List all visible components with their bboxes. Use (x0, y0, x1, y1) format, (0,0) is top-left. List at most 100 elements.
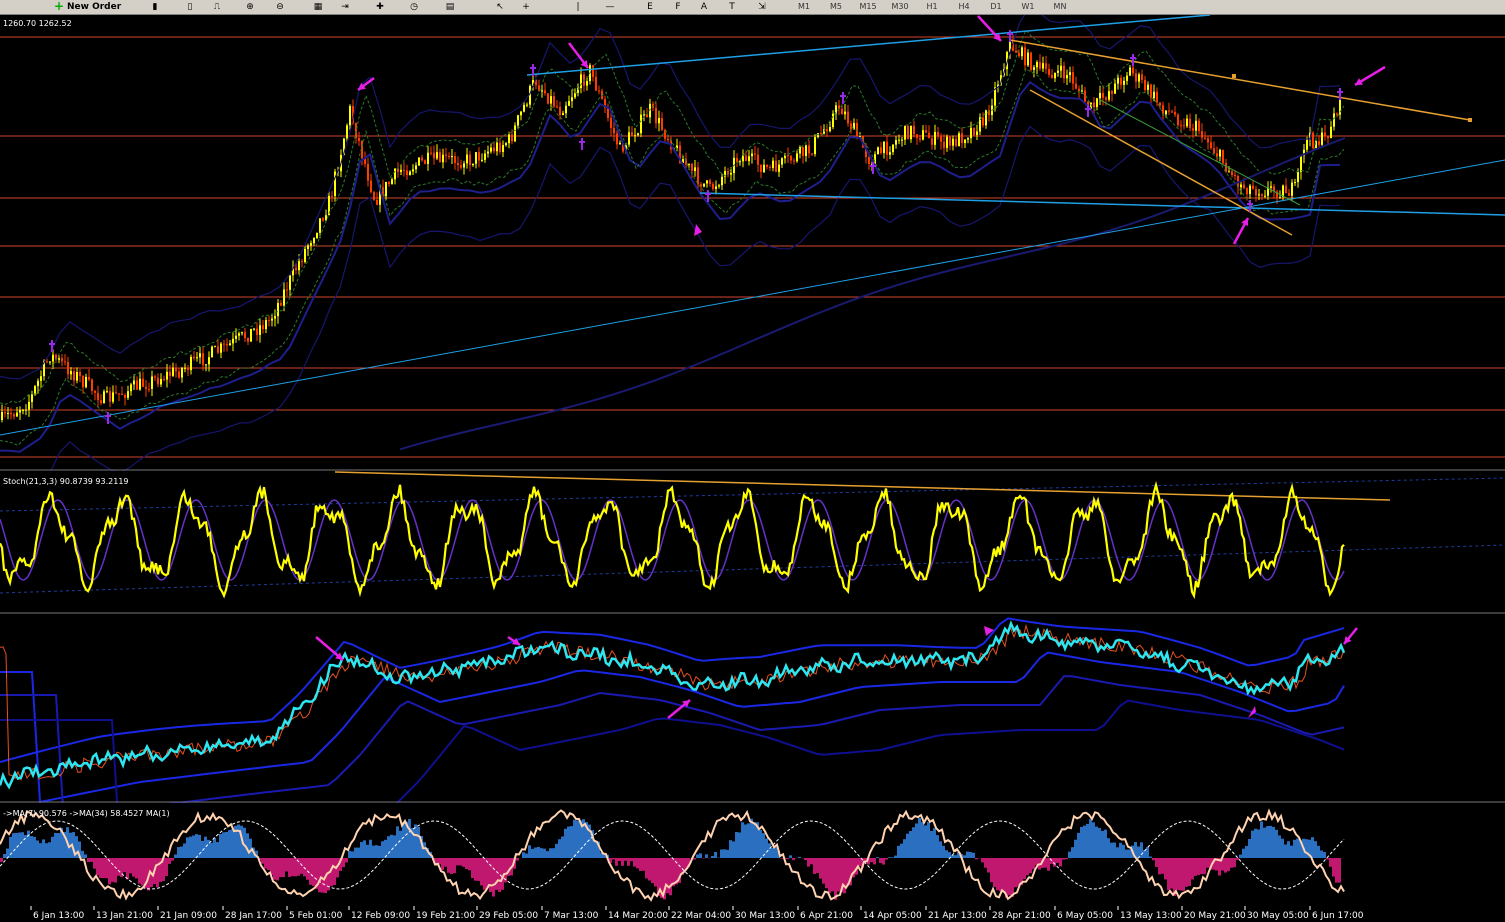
bear-candle (1177, 114, 1179, 126)
trendline-handle[interactable] (1468, 118, 1472, 122)
histogram-bar-negative (474, 858, 477, 881)
stochastic-panel[interactable] (0, 469, 1505, 611)
new-order-button[interactable]: + New Order (52, 0, 128, 12)
bear-candle (982, 117, 984, 126)
histogram-bar-negative (447, 858, 450, 873)
histogram-bar-positive (1080, 826, 1083, 858)
bear-candle (469, 154, 471, 166)
bear-candle (457, 162, 459, 166)
histogram-bar-positive (570, 826, 573, 858)
periods-icon[interactable]: ◷ (404, 0, 424, 14)
bull-candle (229, 343, 231, 346)
bear-candle (1318, 141, 1320, 145)
histogram-bar-positive (972, 852, 975, 858)
histogram-bar-positive (567, 826, 570, 858)
bear-candle (556, 106, 558, 108)
tile-windows-icon[interactable]: ▦ (308, 0, 328, 14)
chart-area[interactable]: 1260.70 1262.52 Stoch(21,3,3) 90.8739 93… (0, 15, 1505, 922)
bear-candle (163, 379, 165, 381)
bull-candle (487, 151, 489, 154)
histogram-bar-negative (333, 858, 336, 886)
text-icon[interactable]: A (694, 0, 714, 14)
bear-candle (61, 358, 63, 362)
label-icon[interactable]: T (722, 0, 742, 14)
histogram-bar-positive (408, 819, 411, 858)
chart-line-button[interactable]: ⎍ (207, 0, 227, 14)
bear-candle (430, 152, 432, 154)
bear-candle (919, 138, 921, 140)
bull-candle (976, 131, 978, 136)
bear-candle (787, 155, 789, 157)
bear-candle (121, 393, 123, 395)
bear-candle (943, 141, 945, 148)
histogram-bar-positive (1110, 842, 1113, 858)
histogram-bar-negative (477, 858, 480, 881)
bear-candle (1132, 67, 1134, 74)
bear-candle (439, 152, 441, 163)
histogram-bar-positive (39, 843, 42, 858)
bull-candle (325, 215, 327, 221)
bull-candle (970, 127, 972, 139)
histogram-panel[interactable] (0, 801, 1505, 906)
bull-candle (658, 118, 660, 124)
timeframe-m15-button[interactable]: M15 (854, 0, 882, 14)
histogram-bar-negative (123, 858, 126, 873)
indicators-icon[interactable]: ✚ (370, 0, 390, 14)
bear-candle (331, 195, 333, 197)
fibonacci-icon[interactable]: F (668, 0, 688, 14)
bull-candle (436, 152, 438, 159)
bull-candle (484, 153, 486, 160)
vertical-line-icon[interactable]: | (568, 0, 588, 14)
templates-icon[interactable]: ▤ (440, 0, 460, 14)
bull-candle (730, 173, 732, 175)
timeframe-h4-button[interactable]: H4 (950, 0, 978, 14)
arrows-icon[interactable]: ⇲ (752, 0, 772, 14)
timeframe-m5-button[interactable]: M5 (822, 0, 850, 14)
histogram-bar-negative (624, 858, 627, 861)
horizontal-line-icon[interactable]: — (600, 0, 620, 14)
time-axis-label: 28 Apr 21:00 (992, 911, 1051, 921)
bear-candle (775, 160, 777, 172)
bull-candle (1042, 63, 1044, 69)
timeframe-mn-button[interactable]: MN (1046, 0, 1074, 14)
timeframe-m1-button[interactable]: M1 (790, 0, 818, 14)
main-price-panel[interactable] (0, 15, 1505, 499)
chart-bars-button[interactable]: ▮ (145, 0, 165, 14)
crosshair-icon[interactable]: + (516, 0, 536, 14)
autoscroll-icon[interactable]: ⇥ (335, 0, 355, 14)
histogram-bar-negative (114, 858, 117, 883)
histogram-bar-negative (459, 858, 462, 866)
bull-candle (1021, 47, 1023, 57)
histogram-bar-negative (819, 858, 822, 879)
histogram-bar-negative (621, 858, 624, 866)
histogram-bar-negative (126, 858, 129, 880)
timeframe-h1-button[interactable]: H1 (918, 0, 946, 14)
histogram-bar-positive (3, 854, 6, 858)
bear-candle (1024, 47, 1026, 66)
bull-candle (934, 131, 936, 145)
time-axis-label: 7 Mar 13:00 (544, 911, 599, 921)
timeframe-w1-button[interactable]: W1 (1014, 0, 1042, 14)
bull-candle (703, 183, 705, 187)
equidistant-channel-icon[interactable]: E (640, 0, 660, 14)
histogram-bar-negative (1023, 858, 1026, 880)
zoom-out-icon[interactable]: ⊖ (270, 0, 290, 14)
cursor-icon[interactable]: ↖ (490, 0, 510, 14)
chart-candles-button[interactable]: ▯ (180, 0, 200, 14)
bull-candle (1279, 197, 1281, 199)
timeframe-m30-button[interactable]: M30 (886, 0, 914, 14)
bull-candle (466, 154, 468, 164)
bull-candle (640, 114, 642, 134)
histogram-bar-negative (294, 858, 297, 877)
bull-candle (805, 145, 807, 156)
histogram-bar-negative (1194, 858, 1197, 876)
timeframe-d1-button[interactable]: D1 (982, 0, 1010, 14)
bear-candle (1045, 63, 1047, 69)
bull-candle (1138, 74, 1140, 82)
histogram-bar-negative (441, 858, 444, 870)
histogram-bar-positive (1095, 826, 1098, 858)
histogram-bar-negative (633, 858, 636, 867)
histogram-bar-positive (387, 836, 390, 858)
trendline-handle[interactable] (1232, 74, 1236, 78)
zoom-in-icon[interactable]: ⊕ (240, 0, 260, 14)
